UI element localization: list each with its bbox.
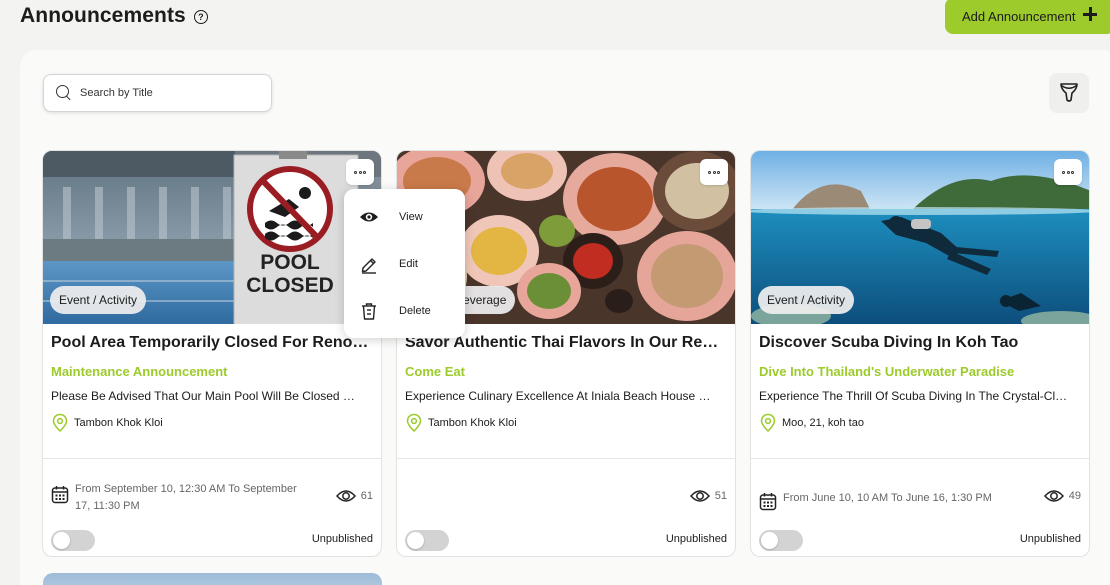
view-count: 49 bbox=[1068, 490, 1081, 502]
card-image-scuba: Event / Activity bbox=[751, 151, 1089, 324]
dot bbox=[358, 170, 362, 174]
calendar-icon bbox=[759, 493, 777, 511]
status-label: Unpublished bbox=[1019, 533, 1081, 545]
dot bbox=[717, 170, 720, 174]
search-box[interactable] bbox=[43, 74, 272, 112]
location-pin-icon bbox=[406, 413, 422, 433]
publish-toggle[interactable] bbox=[51, 530, 95, 551]
card-date-range: From September 10, 12:30 AM To September… bbox=[51, 481, 297, 515]
more-options-button[interactable] bbox=[1054, 159, 1082, 185]
dot bbox=[1071, 170, 1074, 174]
publish-toggle[interactable] bbox=[405, 530, 449, 551]
dot bbox=[708, 170, 711, 174]
card-subtitle: Maintenance Announcement bbox=[51, 364, 228, 379]
card-location: Tambon Khok Kloi bbox=[51, 413, 163, 433]
location-pin-icon bbox=[760, 413, 776, 433]
more-options-button[interactable] bbox=[346, 159, 374, 185]
announcement-card[interactable] bbox=[43, 573, 382, 585]
publish-toggle[interactable] bbox=[759, 530, 803, 551]
filter-button[interactable] bbox=[1049, 73, 1089, 113]
category-badge: Event / Activity bbox=[758, 286, 855, 314]
dot bbox=[1062, 170, 1065, 174]
eye-icon bbox=[1043, 490, 1064, 502]
menu-item-edit[interactable]: Edit bbox=[344, 244, 465, 284]
calendar-icon bbox=[51, 486, 69, 504]
date-line-1: From June 10, 10 AM To June 16, 1:30 PM bbox=[783, 492, 992, 504]
card-title[interactable]: Pool Area Temporarily Closed For Renovat… bbox=[51, 334, 373, 352]
more-options-button[interactable] bbox=[700, 159, 728, 185]
menu-item-label: Delete bbox=[399, 305, 431, 317]
announcement-card[interactable]: Event / Activity Discover Scuba Diving I… bbox=[750, 150, 1090, 557]
funnel-icon bbox=[1060, 83, 1078, 102]
sign-text-closed: CLOSED bbox=[246, 274, 334, 297]
dot bbox=[1066, 170, 1070, 174]
category-badge: Event / Activity bbox=[50, 286, 147, 314]
eye-icon bbox=[360, 212, 378, 222]
dot bbox=[712, 170, 716, 174]
card-location: Tambon Khok Kloi bbox=[405, 413, 517, 433]
menu-item-delete[interactable]: Delete bbox=[344, 291, 465, 331]
pencil-icon bbox=[361, 258, 376, 274]
plus-icon bbox=[1083, 7, 1097, 21]
view-count: 61 bbox=[360, 490, 373, 502]
card-subtitle: Dive Into Thailand's Underwater Paradise bbox=[759, 364, 1015, 379]
date-line-2: 17, 11:30 PM bbox=[75, 500, 140, 512]
page-header: Announcements ? bbox=[20, 3, 208, 29]
eye-icon bbox=[689, 490, 710, 502]
card-location: Moo, 21, koh tao bbox=[759, 413, 864, 433]
search-input[interactable] bbox=[80, 87, 260, 99]
menu-item-label: View bbox=[399, 211, 423, 223]
add-announcement-button[interactable]: Add Announcement bbox=[945, 0, 1110, 34]
menu-item-view[interactable]: View bbox=[344, 197, 465, 237]
announcement-card[interactable]: POOL CLOSED Event / Activity Pool Area T… bbox=[42, 150, 382, 557]
location-text: Tambon Khok Kloi bbox=[74, 417, 163, 429]
eye-icon bbox=[335, 490, 356, 502]
view-count: 51 bbox=[714, 490, 727, 502]
question-circle-icon[interactable]: ? bbox=[193, 10, 208, 24]
trash-icon bbox=[362, 303, 376, 320]
card-date-range: From June 10, 10 AM To June 16, 1:30 PM bbox=[759, 490, 992, 511]
card-views: 51 bbox=[689, 489, 727, 503]
card-views: 61 bbox=[335, 489, 373, 503]
page-title: Announcements bbox=[20, 4, 186, 27]
dot bbox=[363, 170, 366, 174]
divider bbox=[751, 458, 1089, 459]
card-title[interactable]: Discover Scuba Diving In Koh Tao bbox=[759, 334, 1081, 352]
date-line-1: From September 10, 12:30 AM To September bbox=[75, 483, 297, 495]
location-text: Tambon Khok Kloi bbox=[428, 417, 517, 429]
card-context-menu: View Edit Delete bbox=[344, 189, 465, 338]
search-icon bbox=[56, 85, 72, 101]
card-subtitle: Come Eat bbox=[405, 364, 465, 379]
status-label: Unpublished bbox=[665, 533, 727, 545]
menu-item-label: Edit bbox=[399, 258, 418, 270]
card-views: 49 bbox=[1043, 489, 1081, 503]
divider bbox=[43, 458, 381, 459]
card-description: Experience The Thrill Of Scuba Diving In… bbox=[759, 389, 1069, 403]
divider bbox=[397, 458, 735, 459]
add-announcement-label: Add Announcement bbox=[962, 8, 1076, 24]
dot bbox=[354, 170, 357, 174]
card-image-pool-closed: POOL CLOSED Event / Activity bbox=[43, 151, 381, 324]
location-pin-icon bbox=[52, 413, 68, 433]
card-description: Experience Culinary Excellence At Iniala… bbox=[405, 389, 715, 403]
card-description: Please Be Advised That Our Main Pool Wil… bbox=[51, 389, 361, 403]
status-label: Unpublished bbox=[311, 533, 373, 545]
location-text: Moo, 21, koh tao bbox=[782, 417, 864, 429]
sign-text-pool: POOL bbox=[260, 251, 320, 274]
